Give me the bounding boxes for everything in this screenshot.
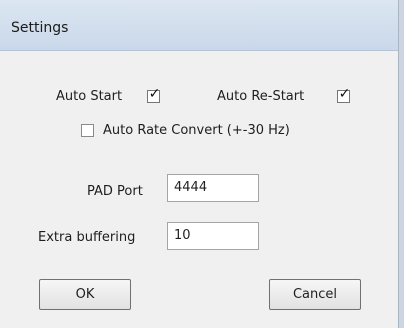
pad-port-label: PAD Port <box>87 184 143 199</box>
auto-restart-label: Auto Re-Start <box>217 89 305 104</box>
auto-start-checkbox[interactable]: ✓ <box>147 86 161 103</box>
auto-start-label: Auto Start <box>56 89 123 104</box>
auto-restart-checkbox[interactable]: ✓ <box>337 86 351 103</box>
checkmark-icon: ✓ <box>338 86 351 102</box>
window-edge <box>398 0 404 328</box>
auto-rate-convert-checkbox[interactable] <box>81 124 94 137</box>
extra-buffering-label: Extra buffering <box>38 230 136 245</box>
auto-rate-convert-label: Auto Rate Convert (+-30 Hz) <box>103 123 290 138</box>
pad-port-input[interactable]: 4444 <box>167 174 259 202</box>
cancel-button[interactable]: Cancel <box>269 279 361 310</box>
checkmark-icon: ✓ <box>148 86 161 102</box>
ok-button[interactable]: OK <box>39 279 131 310</box>
extra-buffering-input[interactable]: 10 <box>167 222 259 250</box>
window-title: Settings <box>11 20 69 36</box>
title-bar: Settings <box>0 0 398 51</box>
